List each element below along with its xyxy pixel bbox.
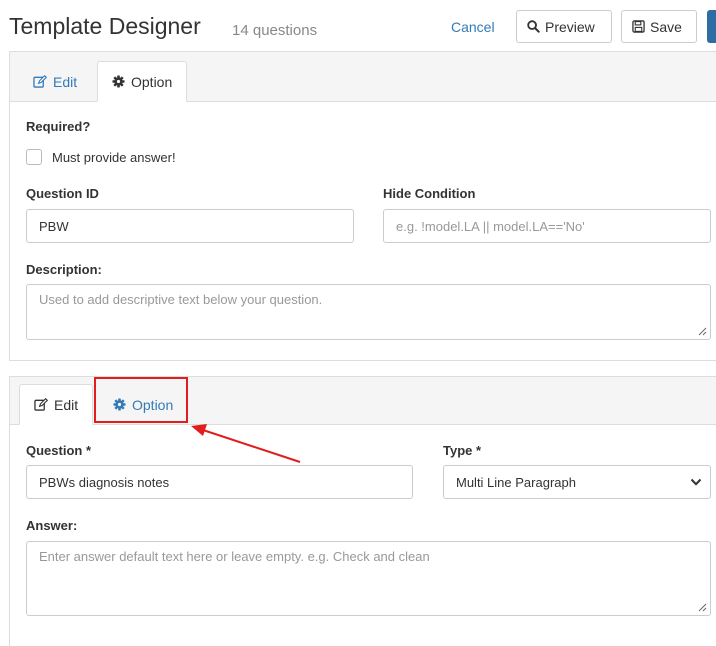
annotation-highlight-box [94,377,188,423]
type-label: Type * [443,443,482,458]
edit-icon [33,75,47,88]
edit-icon [34,398,48,411]
answer-placeholder: Enter answer default text here or leave … [39,549,430,564]
description-label: Description: [26,262,102,277]
question-count: 14 questions [232,22,318,39]
publish-button-edge[interactable] [707,10,716,43]
question-id-label: Question ID [26,186,99,201]
preview-button[interactable]: Preview [516,10,612,43]
page-title: Template Designer [9,13,201,39]
resize-grip-icon[interactable] [698,327,707,336]
preview-label: Preview [545,18,595,35]
tab-option[interactable]: Option [97,61,188,102]
search-icon [527,20,540,33]
type-select[interactable]: Multi Line Paragraph [443,465,711,499]
resize-grip-icon[interactable] [698,603,707,612]
must-provide-label: Must provide answer! [52,150,176,165]
tab-edit-label: Edit [53,73,78,90]
tab-edit[interactable]: Edit [19,61,91,102]
question-text-field[interactable]: PBWs diagnosis notes [26,465,413,499]
floppy-disk-icon [632,20,645,33]
hide-condition-input[interactable]: e.g. !model.LA || model.LA=='No' [383,209,711,243]
tab-edit-label: Edit [54,396,79,413]
type-select-value: Multi Line Paragraph [456,474,576,490]
cancel-button[interactable]: Cancel [451,19,495,35]
gear-icon [112,75,125,88]
chevron-down-icon [690,478,702,486]
answer-label: Answer: [26,518,78,533]
save-label: Save [650,18,682,35]
must-provide-checkbox[interactable] [26,149,42,165]
tab-option-label: Option [131,73,173,90]
answer-textarea[interactable]: Enter answer default text here or leave … [26,541,711,616]
hide-condition-label: Hide Condition [383,186,476,201]
required-label: Required? [26,119,91,134]
question-id-field[interactable]: PBW [26,209,354,243]
panel-tabbar: Edit Option [10,52,716,102]
save-button[interactable]: Save [621,10,697,43]
description-placeholder: Used to add descriptive text below your … [39,292,323,307]
tab-edit[interactable]: Edit [19,384,94,425]
question-label: Question * [26,443,92,458]
description-textarea[interactable]: Used to add descriptive text below your … [26,284,711,340]
